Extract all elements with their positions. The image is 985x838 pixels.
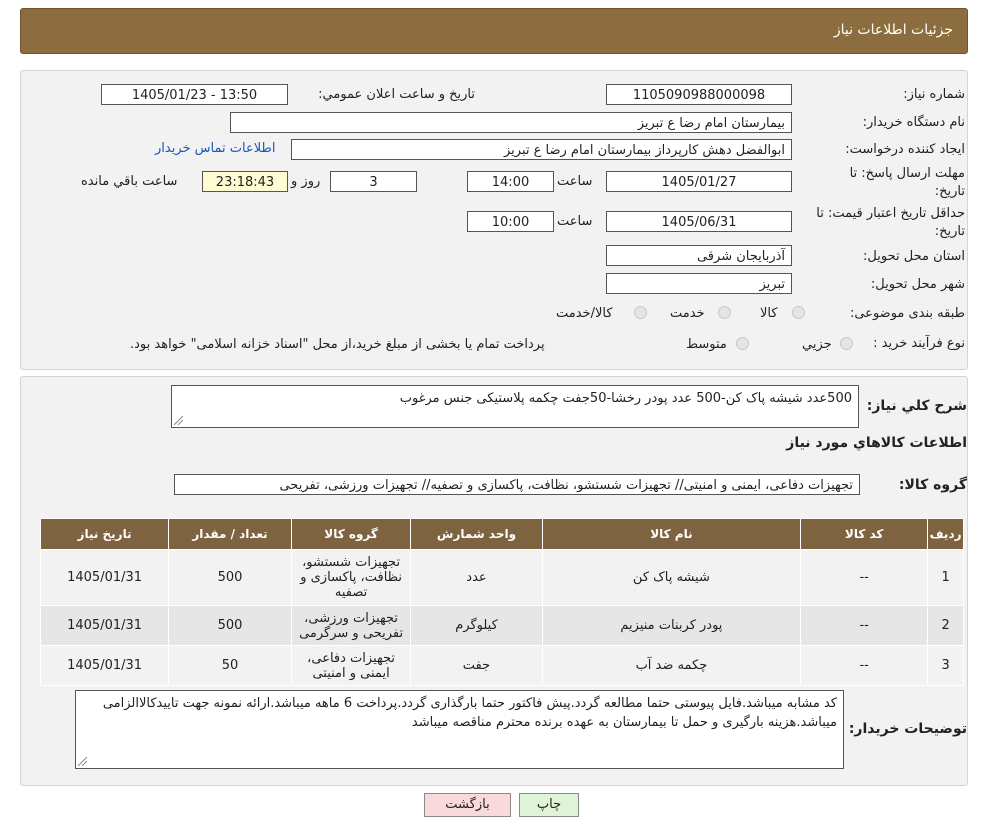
cell-date: 1405/01/31 <box>39 549 170 606</box>
price-validity-time-field: 10:00 <box>467 211 554 232</box>
goods-group-label: گروه کالا: <box>898 477 967 493</box>
page-header: جزئیات اطلاعات نیاز <box>20 8 968 54</box>
category-option-goods-service: کالا/خدمت <box>556 306 613 321</box>
price-validity-date-field: 1405/06/31 <box>606 211 792 232</box>
col-header-group: گروه کالا <box>290 518 412 550</box>
cell-date: 1405/01/31 <box>39 605 170 646</box>
cell-row: 2 <box>927 605 964 646</box>
cell-name: چکمه ضد آب <box>541 645 802 686</box>
cell-unit: جفت <box>410 645 543 686</box>
city-field: تبریز <box>606 273 792 294</box>
remaining-time-field: 23:18:43 <box>202 171 288 192</box>
goods-group-field: تجهیزات دفاعی، ایمنی و امنیتی// تجهیزات … <box>174 474 860 495</box>
city-label: شهر محل تحویل: <box>870 277 965 292</box>
process-option-small: جزیي <box>802 337 832 352</box>
cell-group: تجهیزات ورزشی، تفریحی و سرگرمی <box>290 605 412 646</box>
process-option-medium: متوسط <box>686 337 727 352</box>
creator-label: ایجاد کننده درخواست: <box>845 142 965 157</box>
remaining-label: ساعت باقي مانده <box>81 174 178 189</box>
buyer-org-label: نام دستگاه خریدار: <box>862 115 965 130</box>
category-option-service: خدمت <box>670 306 705 321</box>
table-row: 3 -- چکمه ضد آب جفت تجهیزات دفاعی، ایمنی… <box>39 645 964 686</box>
validity-time-label: ساعت <box>557 214 593 229</box>
province-label: استان محل تحویل: <box>863 249 965 264</box>
announce-datetime-label: تاریخ و ساعت اعلان عمومي: <box>318 87 475 102</box>
category-radio-goods-service[interactable] <box>634 306 647 319</box>
resize-grip-icon[interactable] <box>78 757 87 766</box>
cell-unit: عدد <box>410 549 543 606</box>
col-header-code: کد کالا <box>800 518 929 550</box>
col-header-unit: واحد شمارش <box>410 518 543 550</box>
need-number-label: شماره نیاز: <box>903 87 965 102</box>
remaining-days-field: 3 <box>330 171 417 192</box>
creator-field: ابوالفضل دهش کارپرداز بیمارستان امام رضا… <box>291 139 792 160</box>
cell-qty: 500 <box>168 605 292 646</box>
cell-row: 3 <box>927 645 964 686</box>
price-validity-label-date: تاریخ: <box>934 224 965 239</box>
need-number-field: 1105090988000098 <box>606 84 792 105</box>
price-validity-label: حداقل تاریخ اعتبار قیمت: تا <box>816 206 965 221</box>
cell-code: -- <box>800 645 929 686</box>
description-label: شرح کلي نیاز: <box>866 398 967 414</box>
page-title: جزئیات اطلاعات نیاز <box>833 22 953 38</box>
goods-table: ردیف کد کالا نام کالا واحد شمارش گروه کا… <box>39 518 964 686</box>
announce-datetime-field: 1405/01/23 - 13:50 <box>101 84 288 105</box>
buyer-contact-link[interactable]: اطلاعات تماس خریدار <box>155 141 275 156</box>
cell-qty: 500 <box>168 549 292 606</box>
category-radio-goods[interactable] <box>792 306 805 319</box>
cell-name: پودر کربنات منیزیم <box>541 605 802 646</box>
deadline-time-label: ساعت <box>557 174 593 189</box>
category-radio-service[interactable] <box>718 306 731 319</box>
payment-note: پرداخت تمام یا بخشی از مبلغ خرید،از محل … <box>130 337 545 352</box>
deadline-time-field: 14:00 <box>467 171 554 192</box>
col-header-qty: تعداد / مقدار <box>168 518 292 550</box>
buyer-notes-label: توضیحات خریدار: <box>848 721 967 737</box>
buyer-org-field: بیمارستان امام رضا ع تبریز <box>230 112 792 133</box>
cell-date: 1405/01/31 <box>39 645 170 686</box>
table-header-row: ردیف کد کالا نام کالا واحد شمارش گروه کا… <box>39 518 964 550</box>
resize-grip-icon[interactable] <box>174 416 183 425</box>
description-textarea[interactable]: 500عدد شیشه پاک کن-500 عدد پودر رخشا-50ج… <box>171 385 859 428</box>
back-button[interactable]: بازگشت <box>424 793 511 817</box>
table-row: 2 -- پودر کربنات منیزیم کیلوگرم تجهیزات … <box>39 605 964 646</box>
deadline-label-date: تاریخ: <box>934 184 965 199</box>
category-label: طبقه بندی موضوعی: <box>849 306 965 321</box>
process-type-label: نوع فرآیند خرید : <box>873 336 965 351</box>
buyer-notes-textarea[interactable]: کد مشابه میباشد.فایل پیوستی حتما مطالعه … <box>75 690 844 769</box>
cell-group: تجهیزات شستشو، نظافت، پاکسازی و تصفیه <box>290 549 412 606</box>
process-radio-medium[interactable] <box>736 337 749 350</box>
cell-code: -- <box>800 549 929 606</box>
cell-qty: 50 <box>168 645 292 686</box>
col-header-date: تاریخ نیاز <box>39 518 170 550</box>
process-radio-small[interactable] <box>840 337 853 350</box>
col-header-name: نام کالا <box>541 518 802 550</box>
buyer-notes-text: کد مشابه میباشد.فایل پیوستی حتما مطالعه … <box>102 696 837 730</box>
goods-info-title: اطلاعات کالاهاي مورد نیاز <box>786 435 967 451</box>
cell-row: 1 <box>927 549 964 606</box>
days-label: روز و <box>291 174 321 189</box>
print-button[interactable]: چاپ <box>519 793 579 817</box>
table-row: 1 -- شیشه پاک کن عدد تجهیزات شستشو، نظاف… <box>39 549 964 606</box>
cell-unit: کیلوگرم <box>410 605 543 646</box>
cell-code: -- <box>800 605 929 646</box>
cell-name: شیشه پاک کن <box>541 549 802 606</box>
description-text: 500عدد شیشه پاک کن-500 عدد پودر رخشا-50ج… <box>399 391 852 406</box>
cell-group: تجهیزات دفاعی، ایمنی و امنیتی <box>290 645 412 686</box>
category-option-goods: کالا <box>760 306 778 321</box>
col-header-row: ردیف <box>927 518 964 550</box>
deadline-date-field: 1405/01/27 <box>606 171 792 192</box>
deadline-label: مهلت ارسال پاسخ: تا <box>849 166 965 181</box>
province-field: آذربایجان شرقی <box>606 245 792 266</box>
